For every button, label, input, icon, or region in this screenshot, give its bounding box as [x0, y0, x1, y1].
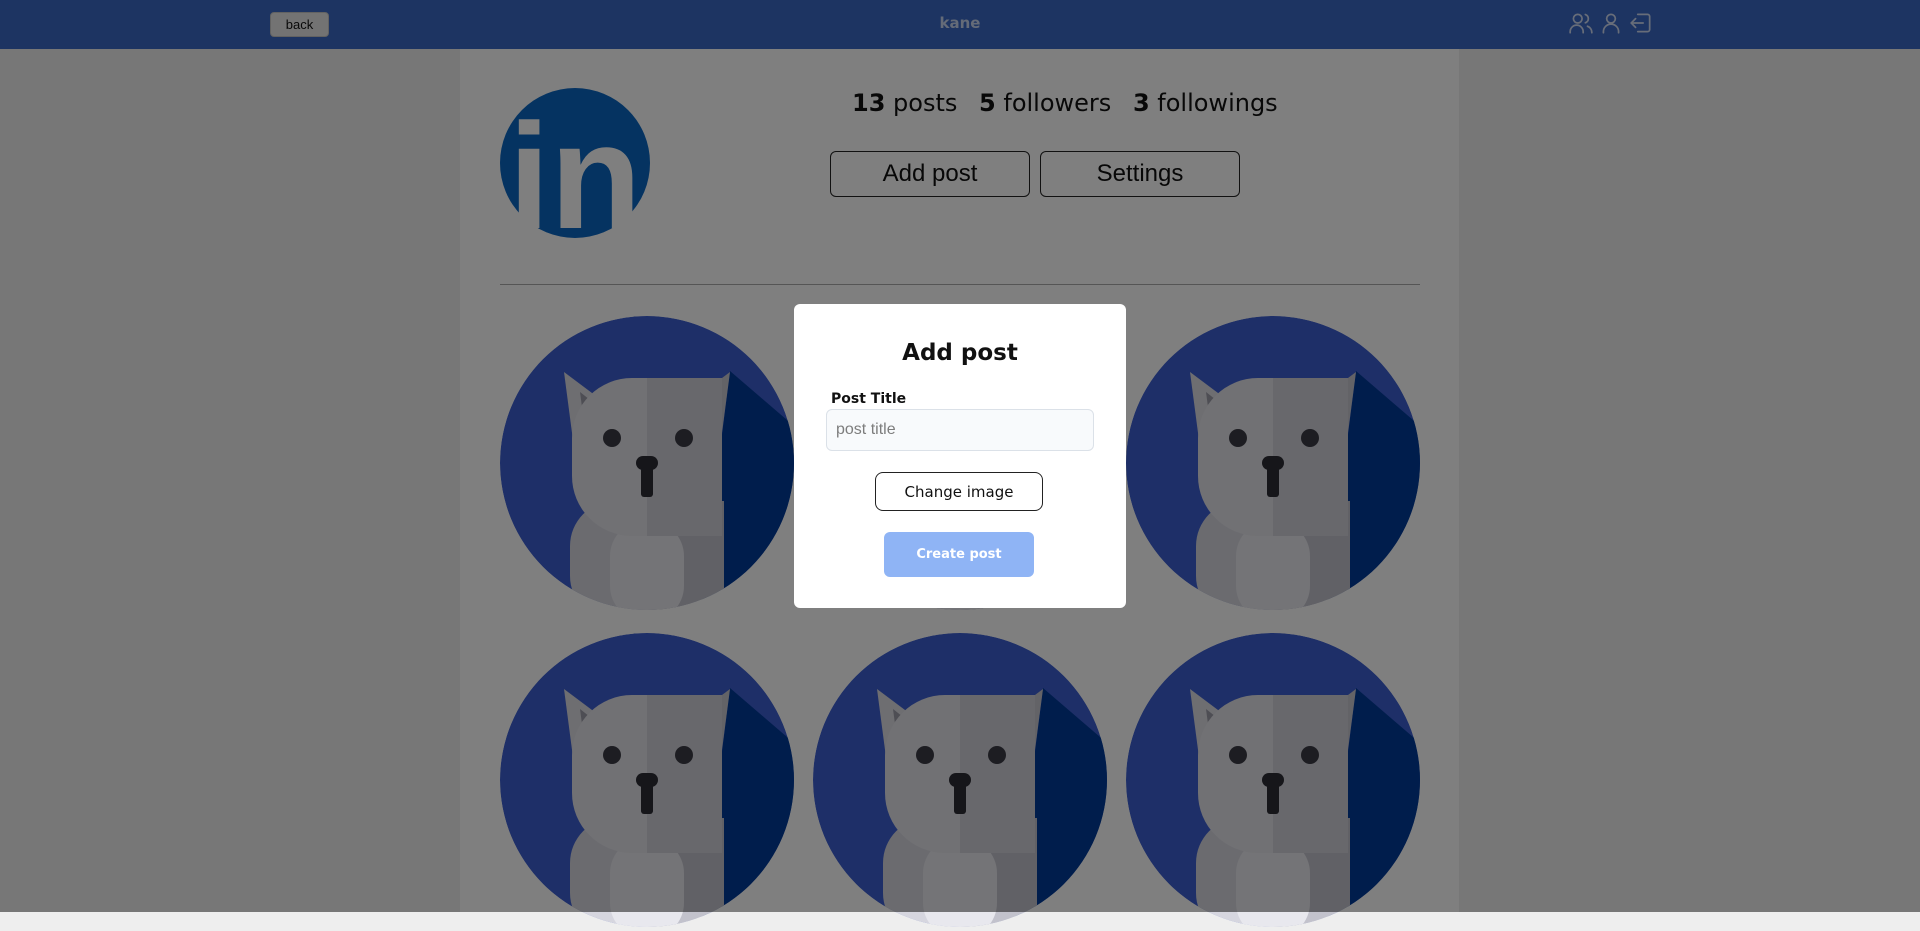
- change-image-button[interactable]: Change image: [875, 472, 1043, 511]
- post-title-input[interactable]: [826, 409, 1094, 451]
- post-title-label: Post Title: [831, 391, 907, 407]
- add-post-modal: Add post Post Title Change image Create …: [794, 304, 1126, 608]
- create-post-button[interactable]: Create post: [884, 532, 1034, 577]
- modal-title: Add post: [902, 340, 1018, 366]
